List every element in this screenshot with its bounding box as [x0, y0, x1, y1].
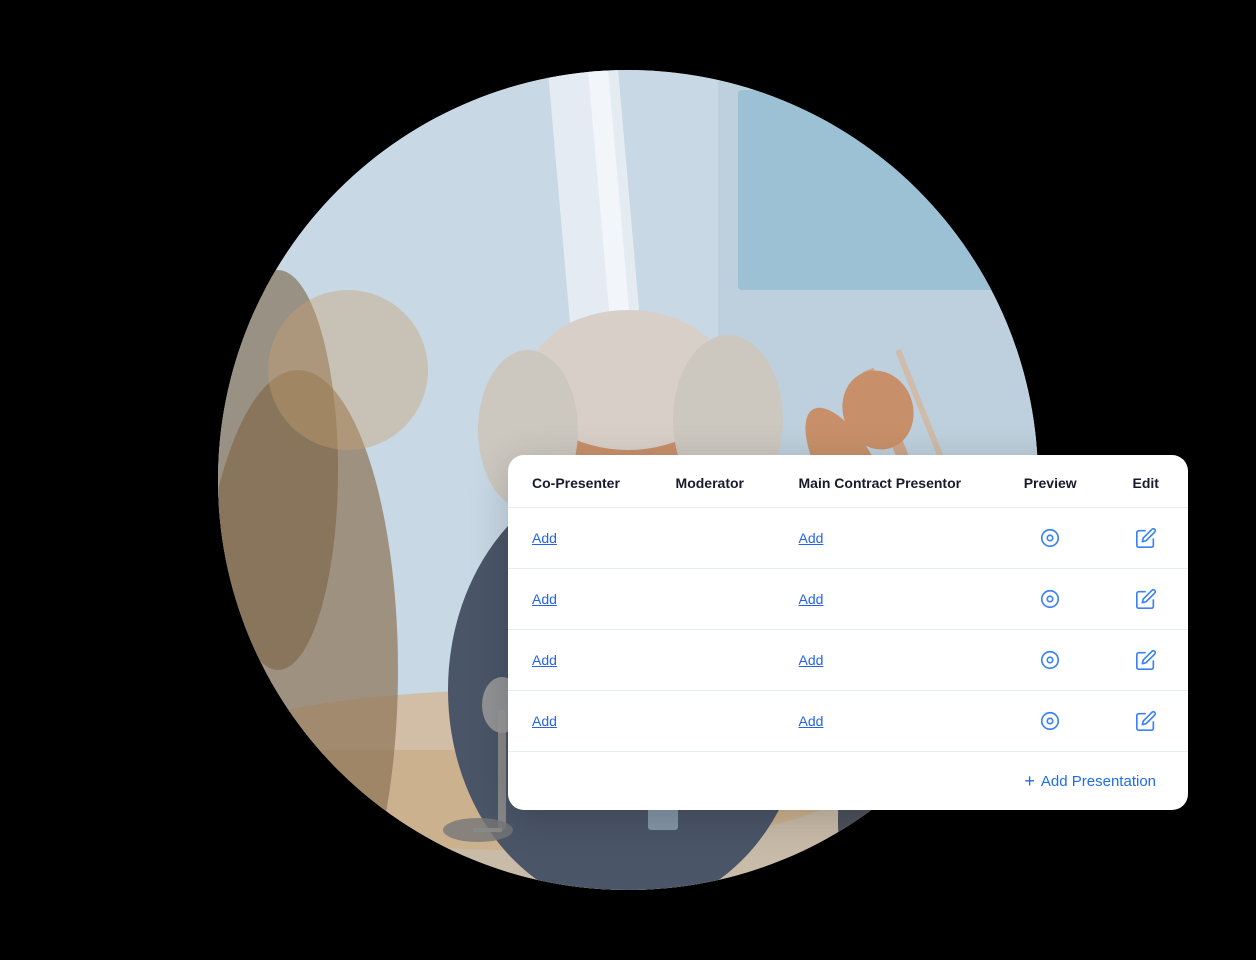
add-main-contract-link-0[interactable]: Add: [799, 530, 824, 546]
cell-preview-1: [997, 569, 1104, 630]
cell-preview-3: [997, 691, 1104, 752]
edit-icon-btn-3[interactable]: [1130, 705, 1162, 737]
cell-edit-0: [1103, 508, 1188, 569]
col-header-edit: Edit: [1103, 455, 1188, 508]
cell-edit-1: [1103, 569, 1188, 630]
table-container: Co-Presenter Moderator Main Contract Pre…: [508, 455, 1188, 751]
cell-co-presenter-2: Add: [508, 630, 652, 691]
cell-co-presenter-3: Add: [508, 691, 652, 752]
add-co-presenter-link-2[interactable]: Add: [532, 652, 557, 668]
preview-icon-btn-0[interactable]: [1034, 522, 1066, 554]
table-row: Add Add: [508, 508, 1188, 569]
table-footer: + Add Presentation: [508, 751, 1188, 810]
scene: Co-Presenter Moderator Main Contract Pre…: [128, 30, 1128, 930]
add-presentation-label: Add Presentation: [1041, 773, 1156, 790]
cell-main-contract-1: Add: [775, 569, 997, 630]
col-header-moderator: Moderator: [652, 455, 775, 508]
add-co-presenter-link-1[interactable]: Add: [532, 591, 557, 607]
cell-preview-0: [997, 508, 1104, 569]
table-row: Add Add: [508, 630, 1188, 691]
col-header-main-contract: Main Contract Presentor: [775, 455, 997, 508]
preview-icon-btn-2[interactable]: [1034, 644, 1066, 676]
presentations-card: Co-Presenter Moderator Main Contract Pre…: [508, 455, 1188, 810]
cell-moderator-3: [652, 691, 775, 752]
edit-icon-btn-1[interactable]: [1130, 583, 1162, 615]
cell-main-contract-0: Add: [775, 508, 997, 569]
col-header-preview: Preview: [997, 455, 1104, 508]
col-header-co-presenter: Co-Presenter: [508, 455, 652, 508]
edit-icon-btn-0[interactable]: [1130, 522, 1162, 554]
cell-moderator-0: [652, 508, 775, 569]
cell-co-presenter-0: Add: [508, 508, 652, 569]
add-main-contract-link-3[interactable]: Add: [799, 713, 824, 729]
add-co-presenter-link-3[interactable]: Add: [532, 713, 557, 729]
cell-edit-3: [1103, 691, 1188, 752]
cell-moderator-1: [652, 569, 775, 630]
cell-main-contract-2: Add: [775, 630, 997, 691]
plus-icon: +: [1024, 772, 1035, 790]
edit-icon-btn-2[interactable]: [1130, 644, 1162, 676]
table-header-row: Co-Presenter Moderator Main Contract Pre…: [508, 455, 1188, 508]
presentations-table: Co-Presenter Moderator Main Contract Pre…: [508, 455, 1188, 751]
cell-edit-2: [1103, 630, 1188, 691]
add-presentation-button[interactable]: + Add Presentation: [1016, 768, 1164, 794]
cell-co-presenter-1: Add: [508, 569, 652, 630]
cell-preview-2: [997, 630, 1104, 691]
cell-main-contract-3: Add: [775, 691, 997, 752]
add-co-presenter-link-0[interactable]: Add: [532, 530, 557, 546]
preview-icon-btn-1[interactable]: [1034, 583, 1066, 615]
add-main-contract-link-2[interactable]: Add: [799, 652, 824, 668]
add-main-contract-link-1[interactable]: Add: [799, 591, 824, 607]
table-row: Add Add: [508, 569, 1188, 630]
preview-icon-btn-3[interactable]: [1034, 705, 1066, 737]
cell-moderator-2: [652, 630, 775, 691]
table-row: Add Add: [508, 691, 1188, 752]
